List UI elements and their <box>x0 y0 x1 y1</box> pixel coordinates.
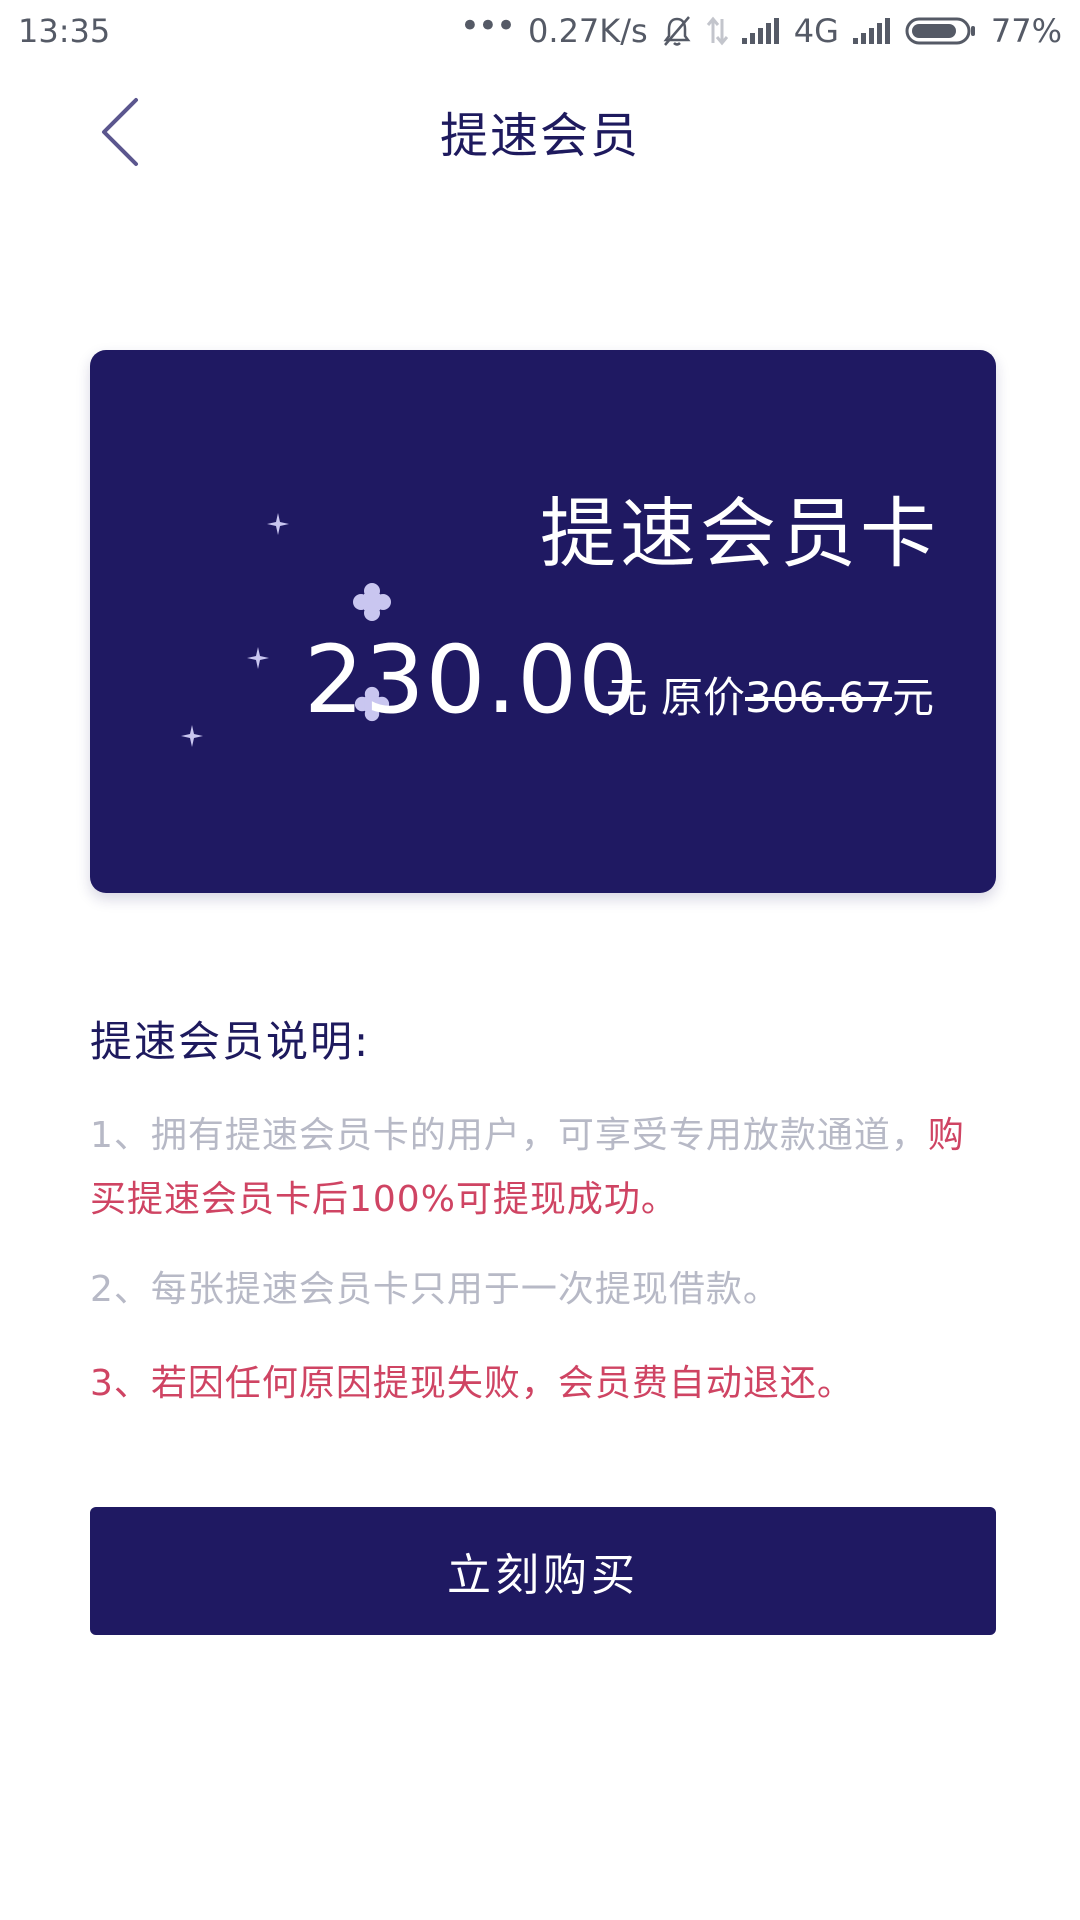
buy-now-button[interactable]: 立刻购买 <box>90 1507 996 1635</box>
original-price-line: 元 原价306.67元 <box>606 664 934 725</box>
page-title: 提速会员 <box>439 108 640 164</box>
card-title: 提速会员卡 <box>540 489 940 578</box>
mute-bell-icon <box>662 15 692 47</box>
price-unit: 元 <box>605 673 648 722</box>
status-time: 13:35 <box>18 12 111 50</box>
description-item-2: 2、每张提速会员卡只用于一次提现借款。 <box>90 1269 780 1310</box>
sparkle-icon <box>247 647 269 669</box>
sparkle-icon <box>267 513 289 535</box>
status-bar: 13:35 ••• 0.27K/s 4G 77% <box>0 0 1080 62</box>
nav-bar: 提速会员 <box>0 62 1080 194</box>
description-item-3: 3、若因任何原因提现失败，会员费自动退还。 <box>90 1363 854 1404</box>
original-price-unit: 元 <box>891 673 934 722</box>
description-item-1: 1、拥有提速会员卡的用户，可享受专用放款通道，购买提速会员卡后100%可提现成功… <box>90 1104 990 1232</box>
network-speed: 0.27K/s <box>528 12 648 50</box>
description-title: 提速会员说明: <box>90 1017 371 1066</box>
original-price-prefix: 原价 <box>661 673 746 722</box>
battery-percent: 77% <box>990 12 1062 50</box>
battery-icon <box>905 16 977 46</box>
description-item-1-text: 1、拥有提速会员卡的用户，可享受专用放款通道， <box>90 1115 928 1156</box>
signal-strength-2-icon <box>852 18 891 44</box>
network-type: 4G <box>793 12 839 50</box>
membership-card: 提速会员卡 230.00 元 原价306.67元 <box>90 350 996 893</box>
card-price: 230.00 <box>304 626 639 735</box>
original-price-value: 306.67 <box>745 673 892 722</box>
sparkle-icon <box>181 725 203 747</box>
data-arrows-icon <box>706 16 728 46</box>
more-dots-icon: ••• <box>459 6 516 46</box>
sparkle-icon <box>353 583 391 621</box>
signal-strength-icon <box>741 18 780 44</box>
